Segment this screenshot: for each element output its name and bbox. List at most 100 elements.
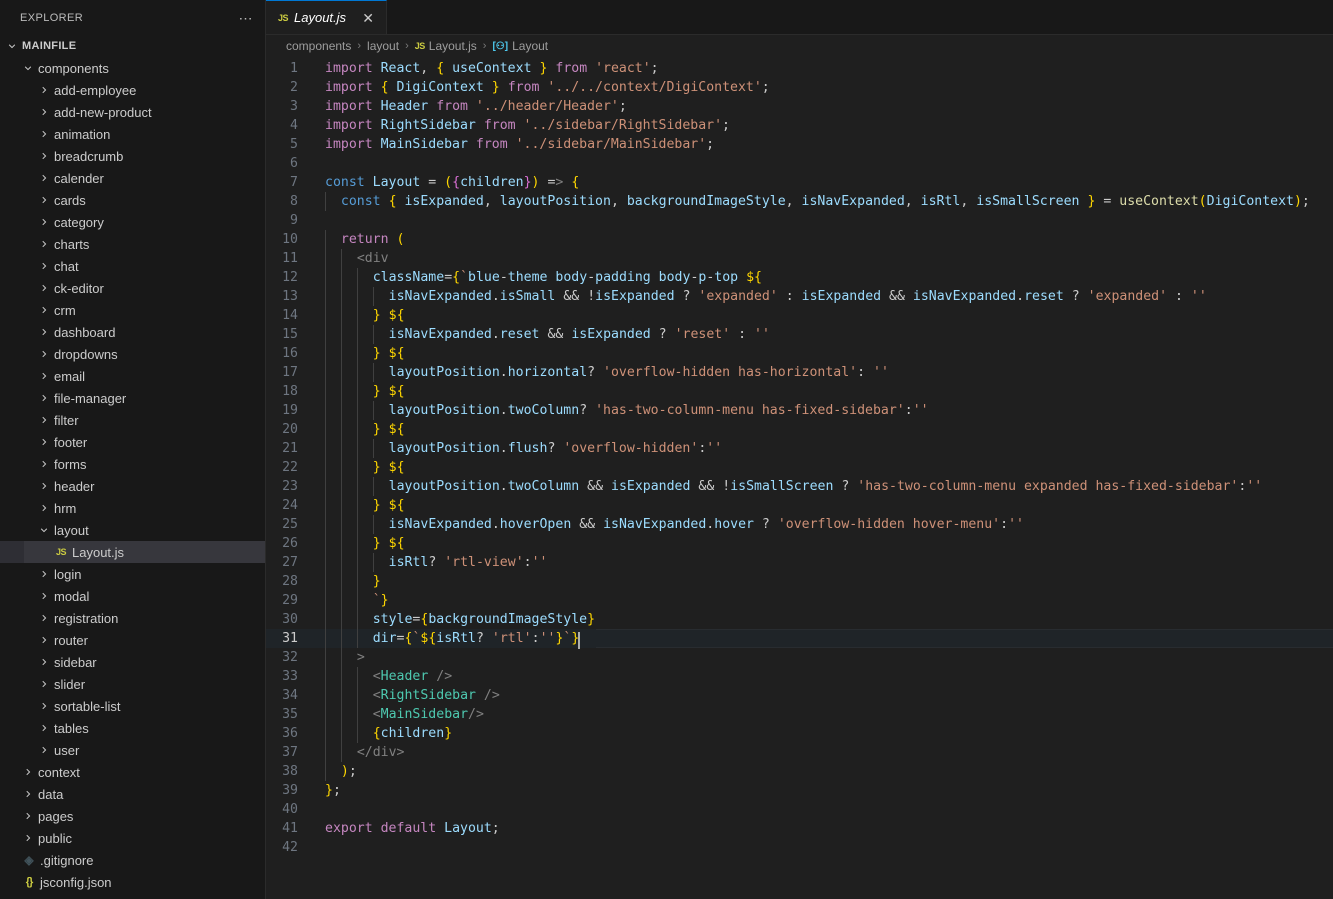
- tree-folder-registration[interactable]: registration: [0, 607, 265, 629]
- tree-folder-charts[interactable]: charts: [0, 233, 265, 255]
- code-line[interactable]: 18 } ${: [266, 382, 1333, 401]
- tree-folder-crm[interactable]: crm: [0, 299, 265, 321]
- tree-folder-footer[interactable]: footer: [0, 431, 265, 453]
- code-line[interactable]: 29 `}: [266, 591, 1333, 610]
- tree-folder-calender[interactable]: calender: [0, 167, 265, 189]
- tree-folder-data[interactable]: data: [0, 783, 265, 805]
- code-line[interactable]: 12 className={`blue-theme body-padding b…: [266, 268, 1333, 287]
- tree-folder-forms[interactable]: forms: [0, 453, 265, 475]
- code-line[interactable]: 11 <div: [266, 249, 1333, 268]
- tree-file-jsconfig-json[interactable]: {}jsconfig.json: [0, 871, 265, 893]
- line-number: 38: [266, 762, 320, 781]
- tree-folder-email[interactable]: email: [0, 365, 265, 387]
- tab-bar: JS Layout.js ✕: [266, 0, 1333, 35]
- tree-folder-components[interactable]: components: [0, 57, 265, 79]
- chevron-right-icon: [36, 167, 52, 189]
- code-line[interactable]: 23 layoutPosition.twoColumn && isExpande…: [266, 477, 1333, 496]
- tree-item-label: add-employee: [52, 83, 136, 98]
- line-number: 28: [266, 572, 320, 591]
- code-line[interactable]: 28 }: [266, 572, 1333, 591]
- tree-folder-user[interactable]: user: [0, 739, 265, 761]
- tree-folder-breadcrumb[interactable]: breadcrumb: [0, 145, 265, 167]
- code-line[interactable]: 13 isNavExpanded.isSmall && !isExpanded …: [266, 287, 1333, 306]
- tree-item-label: add-new-product: [52, 105, 152, 120]
- close-icon[interactable]: ✕: [358, 8, 378, 28]
- tree-folder-dashboard[interactable]: dashboard: [0, 321, 265, 343]
- code-line[interactable]: 38 );: [266, 762, 1333, 781]
- code-line[interactable]: 37 </div>: [266, 743, 1333, 762]
- tree-folder-sidebar[interactable]: sidebar: [0, 651, 265, 673]
- breadcrumb-item-components[interactable]: components: [284, 39, 353, 53]
- code-line[interactable]: 4import RightSidebar from '../sidebar/Ri…: [266, 116, 1333, 135]
- code-line[interactable]: 19 layoutPosition.twoColumn? 'has-two-co…: [266, 401, 1333, 420]
- ellipsis-icon[interactable]: ⋯: [235, 7, 257, 29]
- code-line[interactable]: 24 } ${: [266, 496, 1333, 515]
- tree-folder-file-manager[interactable]: file-manager: [0, 387, 265, 409]
- tree-folder-pages[interactable]: pages: [0, 805, 265, 827]
- code-line[interactable]: 32 >: [266, 648, 1333, 667]
- code-line[interactable]: 7const Layout = ({children}) => {: [266, 173, 1333, 192]
- code-line[interactable]: 14 } ${: [266, 306, 1333, 325]
- tab-layout-js[interactable]: JS Layout.js ✕: [266, 0, 387, 34]
- tree-folder-add-employee[interactable]: add-employee: [0, 79, 265, 101]
- code-line[interactable]: 21 layoutPosition.flush? 'overflow-hidde…: [266, 439, 1333, 458]
- code-line[interactable]: 30 style={backgroundImageStyle}: [266, 610, 1333, 629]
- tree-file-gitignore[interactable]: ◈.gitignore: [0, 849, 265, 871]
- tree-folder-filter[interactable]: filter: [0, 409, 265, 431]
- code-line[interactable]: 34 <RightSidebar />: [266, 686, 1333, 705]
- code-line[interactable]: 31 dir={`${isRtl? 'rtl':''}`}: [266, 629, 1333, 648]
- tree-folder-public[interactable]: public: [0, 827, 265, 849]
- code-line[interactable]: 41export default Layout;: [266, 819, 1333, 838]
- code-text: const { isExpanded, layoutPosition, back…: [320, 192, 1310, 211]
- breadcrumb-item-layout[interactable]: layout: [365, 39, 401, 53]
- tree-folder-add-new-product[interactable]: add-new-product: [0, 101, 265, 123]
- tree-folder-cards[interactable]: cards: [0, 189, 265, 211]
- code-line[interactable]: 22 } ${: [266, 458, 1333, 477]
- tree-folder-chat[interactable]: chat: [0, 255, 265, 277]
- code-line[interactable]: 33 <Header />: [266, 667, 1333, 686]
- code-line[interactable]: 16 } ${: [266, 344, 1333, 363]
- tree-file-layout-js[interactable]: JSLayout.js: [0, 541, 265, 563]
- tree-folder-sortable-list[interactable]: sortable-list: [0, 695, 265, 717]
- code-line[interactable]: 25 isNavExpanded.hoverOpen && isNavExpan…: [266, 515, 1333, 534]
- tree-folder-hrm[interactable]: hrm: [0, 497, 265, 519]
- line-number: 42: [266, 838, 320, 857]
- code-line[interactable]: 10 return (: [266, 230, 1333, 249]
- code-text: }: [320, 572, 381, 591]
- code-line[interactable]: 40: [266, 800, 1333, 819]
- tree-root-mainfile[interactable]: MAINFILE: [0, 35, 265, 57]
- code-line[interactable]: 35 <MainSidebar/>: [266, 705, 1333, 724]
- tree-folder-tables[interactable]: tables: [0, 717, 265, 739]
- code-line[interactable]: 2import { DigiContext } from '../../cont…: [266, 78, 1333, 97]
- code-line[interactable]: 39};: [266, 781, 1333, 800]
- tree-folder-animation[interactable]: animation: [0, 123, 265, 145]
- code-line[interactable]: 26 } ${: [266, 534, 1333, 553]
- tree-folder-layout[interactable]: layout: [0, 519, 265, 541]
- code-line[interactable]: 20 } ${: [266, 420, 1333, 439]
- code-line[interactable]: 42: [266, 838, 1333, 857]
- code-line[interactable]: 6: [266, 154, 1333, 173]
- code-line[interactable]: 9: [266, 211, 1333, 230]
- tree-folder-header[interactable]: header: [0, 475, 265, 497]
- tree-folder-category[interactable]: category: [0, 211, 265, 233]
- tree-folder-ck-editor[interactable]: ck-editor: [0, 277, 265, 299]
- tree-folder-dropdowns[interactable]: dropdowns: [0, 343, 265, 365]
- breadcrumb-item-symbol[interactable]: [⚇] Layout: [490, 39, 550, 53]
- code-line[interactable]: 27 isRtl? 'rtl-view':'': [266, 553, 1333, 572]
- tree-folder-router[interactable]: router: [0, 629, 265, 651]
- code-line[interactable]: 3import Header from '../header/Header';: [266, 97, 1333, 116]
- code-line[interactable]: 1import React, { useContext } from 'reac…: [266, 59, 1333, 78]
- tree-item-label: cards: [52, 193, 86, 208]
- code-line[interactable]: 8 const { isExpanded, layoutPosition, ba…: [266, 192, 1333, 211]
- chevron-right-icon: [36, 431, 52, 453]
- tree-folder-login[interactable]: login: [0, 563, 265, 585]
- code-line[interactable]: 15 isNavExpanded.reset && isExpanded ? '…: [266, 325, 1333, 344]
- code-line[interactable]: 17 layoutPosition.horizontal? 'overflow-…: [266, 363, 1333, 382]
- tree-folder-context[interactable]: context: [0, 761, 265, 783]
- breadcrumb-item-file[interactable]: JS Layout.js: [413, 39, 479, 53]
- code-line[interactable]: 36 {children}: [266, 724, 1333, 743]
- code-editor[interactable]: 1import React, { useContext } from 'reac…: [266, 57, 1333, 899]
- code-line[interactable]: 5import MainSidebar from '../sidebar/Mai…: [266, 135, 1333, 154]
- tree-folder-modal[interactable]: modal: [0, 585, 265, 607]
- tree-folder-slider[interactable]: slider: [0, 673, 265, 695]
